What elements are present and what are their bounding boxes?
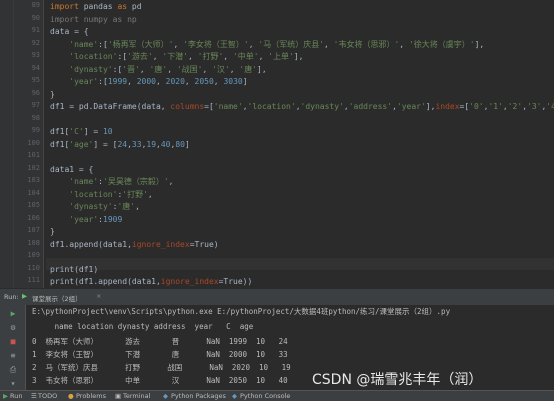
code-line[interactable]: 'location':['游去', '下潜', '打野', '中单', '上单'… — [50, 51, 303, 62]
run-tab-label[interactable]: Run: — [4, 293, 19, 301]
code-line[interactable]: 'year':1909 — [50, 214, 122, 225]
editor-gutter — [0, 0, 14, 288]
code-line[interactable]: } — [50, 226, 55, 237]
console-row: 1 李女将（王智） 下潜 唐 NaN 2000 10 33 — [32, 350, 288, 359]
line-number: 94 — [31, 63, 40, 72]
line-number: 96 — [31, 88, 40, 97]
problems-icon: ● — [68, 392, 74, 400]
code-line[interactable]: data1 = { — [50, 164, 93, 175]
tool-tab-python-console[interactable]: Python Console — [240, 392, 290, 400]
line-number: 109 — [27, 251, 40, 259]
console-header-row: name location dynasty address year C age — [32, 322, 254, 331]
line-number: 108 — [27, 238, 40, 247]
line-number: 101 — [27, 151, 40, 159]
console-row: 2 马（军统）庆县 打野 战国 NaN 2020 10 19 — [32, 363, 291, 372]
code-area[interactable]: import pandas as pd import numpy as np dat… — [46, 0, 554, 288]
line-number: 105 — [27, 201, 40, 209]
code-line[interactable]: df1 = pd.DataFrame(data, columns=['name'… — [50, 101, 554, 112]
line-number: 111 — [27, 276, 40, 284]
run-icon: ▶ — [3, 392, 8, 400]
line-number: 90 — [31, 13, 40, 22]
watermark: CSDN @瑞雪兆丰年（润） — [312, 372, 483, 388]
line-number: 102 — [27, 163, 40, 172]
line-number: 95 — [31, 76, 40, 84]
run-panel-header: Run: ▶ 课堂展示（2组） × — [0, 288, 554, 305]
soft-wrap-icon[interactable]: ≡ — [8, 351, 18, 361]
code-editor[interactable]: 89 90 91 92 93 94 95 96 97 98 99 100 101 102 103 104 105… — [0, 0, 554, 288]
tool-tab-problems[interactable]: Problems — [76, 392, 106, 400]
console-icon: ◆ — [232, 392, 237, 400]
code-line[interactable]: data = { — [50, 26, 89, 37]
print-icon[interactable]: ⎙ — [8, 365, 18, 375]
code-line[interactable]: 'name':'吴昊德（宗毅）', — [50, 176, 173, 187]
code-line[interactable]: 'location':'打野', — [50, 189, 152, 200]
line-number: 107 — [27, 226, 40, 234]
console-row: 3 韦女将（思邪） 中单 汉 NaN 2050 10 40 — [32, 376, 288, 385]
code-line[interactable]: 'dynasty':['晋', '唐', '战国', '汉', '唐'], — [50, 64, 266, 75]
line-number: 97 — [31, 101, 40, 109]
stop-icon[interactable]: ■ — [8, 337, 18, 347]
line-number: 98 — [31, 113, 40, 122]
python-run-icon: ▶ — [22, 292, 27, 300]
line-number: 91 — [31, 26, 40, 34]
line-number: 93 — [31, 51, 40, 59]
line-number: 110 — [27, 263, 40, 272]
tool-tab-terminal[interactable]: Terminal — [123, 392, 150, 400]
code-line[interactable]: import pandas as pd — [50, 1, 142, 12]
current-line-highlight — [46, 258, 554, 270]
console-row: 0 杨再军（大师） 游去 晋 NaN 1999 10 24 — [32, 337, 288, 346]
line-number: 106 — [27, 213, 40, 222]
packages-icon: ◆ — [163, 392, 168, 400]
line-number: 104 — [27, 188, 40, 197]
wrench-icon[interactable]: ⚙ — [8, 323, 18, 333]
line-number: 89 — [31, 1, 40, 9]
trash-icon[interactable]: ▾ — [8, 379, 18, 389]
line-number: 100 — [27, 138, 40, 147]
tool-window-bar: ▶ Run ☰ TODO ● Problems ▣ Terminal ◆ Pyt… — [0, 390, 554, 401]
code-line[interactable]: df1['C'] = 10 — [50, 126, 113, 137]
line-numbers: 89 90 91 92 93 94 95 96 97 98 99 100 101 102 103 104 105… — [14, 0, 44, 288]
rerun-icon[interactable]: ▶ — [8, 309, 18, 319]
code-line[interactable]: 'name':['杨再军（大师）', '李女将（王智）', '马（军统）庆县',… — [50, 39, 484, 50]
console-command: E:\pythonProject\venv\Scripts\python.exe… — [32, 307, 451, 316]
run-config-name[interactable]: 课堂展示（2组） — [32, 293, 82, 303]
code-line[interactable]: import numpy as np — [50, 14, 137, 25]
code-line[interactable]: } — [50, 89, 55, 100]
line-number: 99 — [31, 126, 40, 134]
code-line[interactable]: print(df1) — [50, 264, 98, 275]
tool-tab-run[interactable]: Run — [10, 392, 22, 400]
code-line[interactable]: 'year':[1999, 2000, 2020, 2050, 3030] — [50, 76, 247, 87]
code-line[interactable]: df1['age'] = [24,33,19,40,80] — [50, 139, 190, 150]
code-line[interactable]: df1.append(data1,ignore_index=True) — [50, 239, 219, 250]
terminal-icon: ▣ — [115, 392, 122, 400]
code-line[interactable]: print(df1.append(data1,ignore_index=True… — [50, 276, 252, 287]
close-icon[interactable]: × — [96, 292, 101, 300]
line-number: 92 — [31, 38, 40, 47]
todo-icon: ☰ — [31, 392, 37, 400]
tool-tab-todo[interactable]: TODO — [38, 392, 57, 400]
code-line[interactable]: 'dynasty':'唐', — [50, 201, 140, 212]
tool-tab-python-packages[interactable]: Python Packages — [171, 392, 226, 400]
run-toolbar: ▶ ⚙ ■ ≡ ⎙ ▾ — [0, 305, 26, 390]
line-number: 103 — [27, 176, 40, 184]
